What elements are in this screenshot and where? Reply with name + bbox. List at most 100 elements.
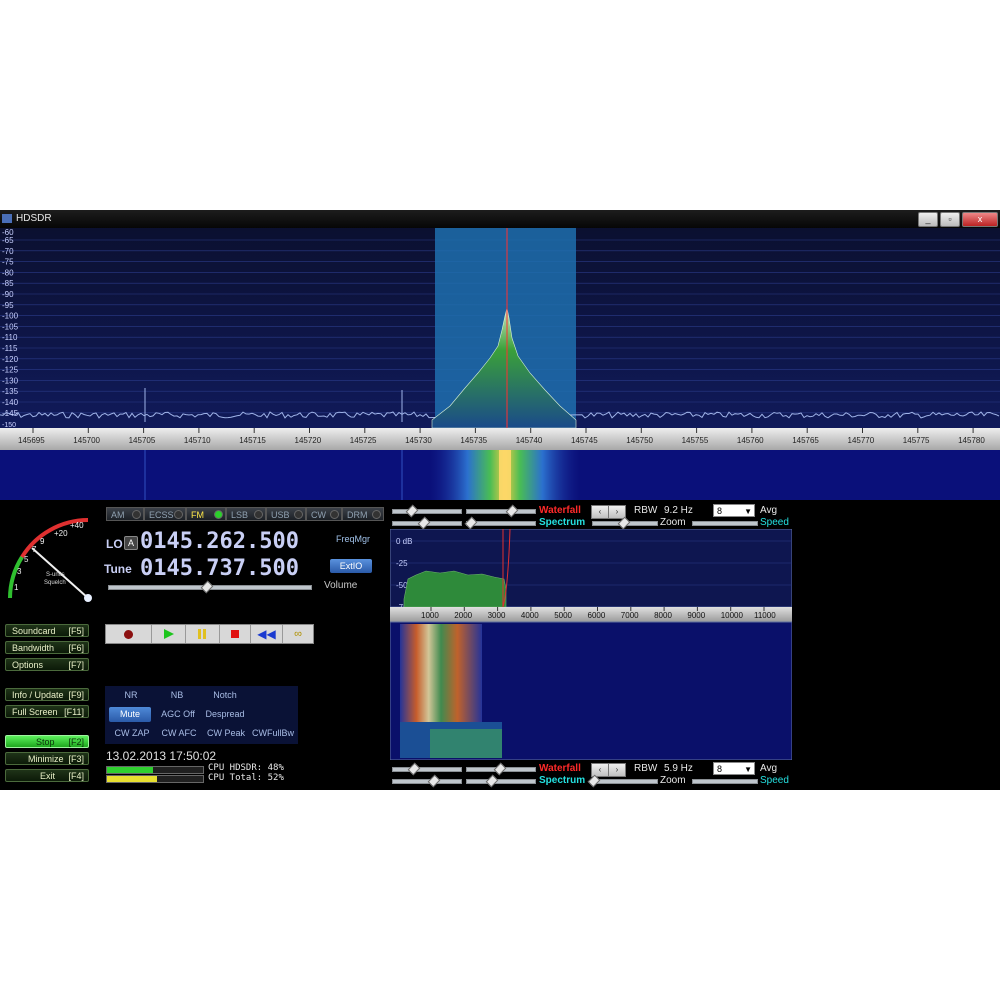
audio-frequency-label: 5000 bbox=[554, 611, 572, 620]
db-label: -80 bbox=[2, 268, 14, 277]
slider-knob[interactable] bbox=[485, 774, 499, 788]
db-label: -135 bbox=[2, 387, 19, 396]
datetime-display: 13.02.2013 17:50:02 bbox=[106, 749, 217, 763]
pause-button[interactable] bbox=[186, 625, 220, 643]
rewind-button[interactable]: ◀◀ bbox=[251, 625, 283, 643]
audio-spectrum-display[interactable]: 0 dB-25-50-75 10002000300040005000600070… bbox=[390, 529, 792, 760]
speed-slider[interactable] bbox=[692, 521, 758, 526]
mode-am-button[interactable]: AM bbox=[106, 507, 144, 521]
tune-frequency[interactable]: 0145.737.500 bbox=[140, 556, 299, 581]
nr-button[interactable]: NR bbox=[111, 688, 151, 703]
frequency-label: 145715 bbox=[239, 436, 266, 445]
mode-drm-button[interactable]: DRM bbox=[342, 507, 384, 521]
avg-select-2[interactable]: 8 ▼ bbox=[713, 762, 755, 775]
nb-button[interactable]: NB bbox=[157, 688, 197, 703]
speed-slider-2[interactable] bbox=[692, 779, 758, 784]
speed-label: Speed bbox=[760, 517, 789, 528]
cw-peak-button[interactable]: CW Peak bbox=[203, 726, 249, 741]
audio-frequency-label: 10000 bbox=[721, 611, 744, 620]
slider-knob[interactable] bbox=[493, 762, 507, 776]
cpu-hdsdr-bar-fill bbox=[107, 767, 154, 773]
rbw-decrease-button[interactable]: ‹ bbox=[591, 505, 609, 519]
bandwidth-button[interactable]: Bandwidth [F6] bbox=[5, 641, 89, 654]
s-scale-label: 1 bbox=[14, 583, 19, 592]
notch-button[interactable]: Notch bbox=[203, 688, 247, 703]
minimize-button[interactable]: Minimize [F3] bbox=[5, 752, 89, 765]
spectrum-label-2: Spectrum bbox=[539, 775, 586, 786]
play-button[interactable] bbox=[152, 625, 186, 643]
mode-cw-button[interactable]: CW bbox=[306, 507, 342, 521]
db-label: -115 bbox=[2, 344, 18, 353]
full-screen-button[interactable]: Full Screen [F11] bbox=[5, 705, 89, 718]
mode-ecss-button[interactable]: ECSS bbox=[144, 507, 186, 521]
audio-frequency-label: 2000 bbox=[454, 611, 472, 620]
slider-knob[interactable] bbox=[427, 774, 441, 788]
audio-waterfall-signal bbox=[400, 624, 482, 722]
db-label: -65 bbox=[2, 236, 14, 245]
mode-usb-button[interactable]: USB bbox=[266, 507, 306, 521]
db-label: -130 bbox=[2, 376, 19, 385]
options-button[interactable]: Options [F7] bbox=[5, 658, 89, 671]
cw-fullbw-button[interactable]: CWFullBw bbox=[249, 726, 297, 741]
s-units-label: S-units bbox=[46, 572, 65, 578]
audio-frequency-label: 4000 bbox=[521, 611, 539, 620]
db-label: -110 bbox=[2, 333, 18, 342]
mode-lsb-button[interactable]: LSB bbox=[226, 507, 266, 521]
lo-frequency[interactable]: 0145.262.500 bbox=[140, 529, 299, 554]
cw-afc-button[interactable]: CW AFC bbox=[157, 726, 201, 741]
db-label: -100 bbox=[2, 312, 19, 321]
waterfall-level-slider[interactable] bbox=[392, 509, 462, 514]
exit-button[interactable]: Exit [F4] bbox=[5, 769, 89, 782]
transport-bar: ◀◀ ∞ bbox=[105, 624, 314, 644]
slider-knob[interactable] bbox=[407, 762, 421, 776]
stop-button[interactable]: Stop [F2] bbox=[5, 735, 89, 748]
loop-button[interactable]: ∞ bbox=[283, 625, 313, 643]
spectrum-contrast-slider-2[interactable] bbox=[466, 779, 536, 784]
record-button[interactable] bbox=[106, 625, 152, 643]
frequency-label: 145730 bbox=[405, 436, 432, 445]
cw-zap-button[interactable]: CW ZAP bbox=[109, 726, 155, 741]
window-title: HDSDR bbox=[16, 213, 52, 224]
despread-button[interactable]: Despread bbox=[203, 707, 247, 722]
avg-label-2: Avg bbox=[760, 763, 778, 774]
s-scale-label: 3 bbox=[17, 567, 22, 576]
audio-frequency-label: 1000 bbox=[421, 611, 439, 620]
waterfall-contrast-slider[interactable] bbox=[466, 509, 536, 514]
close-window-button[interactable]: x bbox=[962, 212, 998, 227]
stop-icon bbox=[231, 630, 239, 638]
frequency-label: 145760 bbox=[737, 436, 764, 445]
pause-icon bbox=[198, 629, 201, 639]
avg-select[interactable]: 8 ▼ bbox=[713, 504, 755, 517]
extio-button[interactable]: ExtIO bbox=[330, 559, 372, 573]
record-icon bbox=[124, 630, 133, 639]
rbw-increase-button-2[interactable]: › bbox=[608, 763, 626, 777]
waterfall-level-slider-2[interactable] bbox=[392, 767, 462, 772]
soundcard-button[interactable]: Soundcard [F5] bbox=[5, 624, 89, 637]
rbw-label-2: RBW bbox=[634, 763, 658, 774]
agc-off-button[interactable]: AGC Off bbox=[157, 707, 199, 722]
hdsdr-window: HDSDR _ ▫ x -60 -65 -70 -75 -80 -85 -90 … bbox=[0, 210, 1000, 790]
db-label: -75 bbox=[2, 258, 14, 267]
audio-frequency-label: 7000 bbox=[621, 611, 639, 620]
restore-window-button[interactable]: ▫ bbox=[940, 212, 960, 227]
cpu-hdsdr-label: CPU HDSDR: 48% bbox=[208, 763, 284, 773]
frequency-label: 145735 bbox=[460, 436, 487, 445]
lo-a-badge[interactable]: A bbox=[124, 536, 138, 550]
chevron-down-icon: ▼ bbox=[744, 507, 752, 516]
info-update-button[interactable]: Info / Update [F9] bbox=[5, 688, 89, 701]
title-bar: HDSDR _ ▫ x bbox=[0, 210, 1000, 228]
zoom-slider-2[interactable] bbox=[592, 779, 658, 784]
mute-button[interactable]: Mute bbox=[109, 707, 151, 722]
cpu-hdsdr-bar bbox=[106, 766, 204, 774]
rewind-icon: ◀◀ bbox=[257, 627, 276, 641]
squelch-knob bbox=[84, 594, 92, 602]
mode-fm-button[interactable]: FM bbox=[186, 507, 226, 521]
minimize-window-button[interactable]: _ bbox=[918, 212, 938, 227]
db-label: -95 bbox=[2, 301, 14, 310]
speed-label-2: Speed bbox=[760, 775, 789, 786]
frequency-label: 145710 bbox=[184, 436, 211, 445]
db-label: -145 bbox=[2, 409, 19, 418]
freqmgr-button[interactable]: FreqMgr bbox=[336, 534, 370, 544]
stop-playback-button[interactable] bbox=[220, 625, 251, 643]
audio-frequency-label: 6000 bbox=[588, 611, 606, 620]
